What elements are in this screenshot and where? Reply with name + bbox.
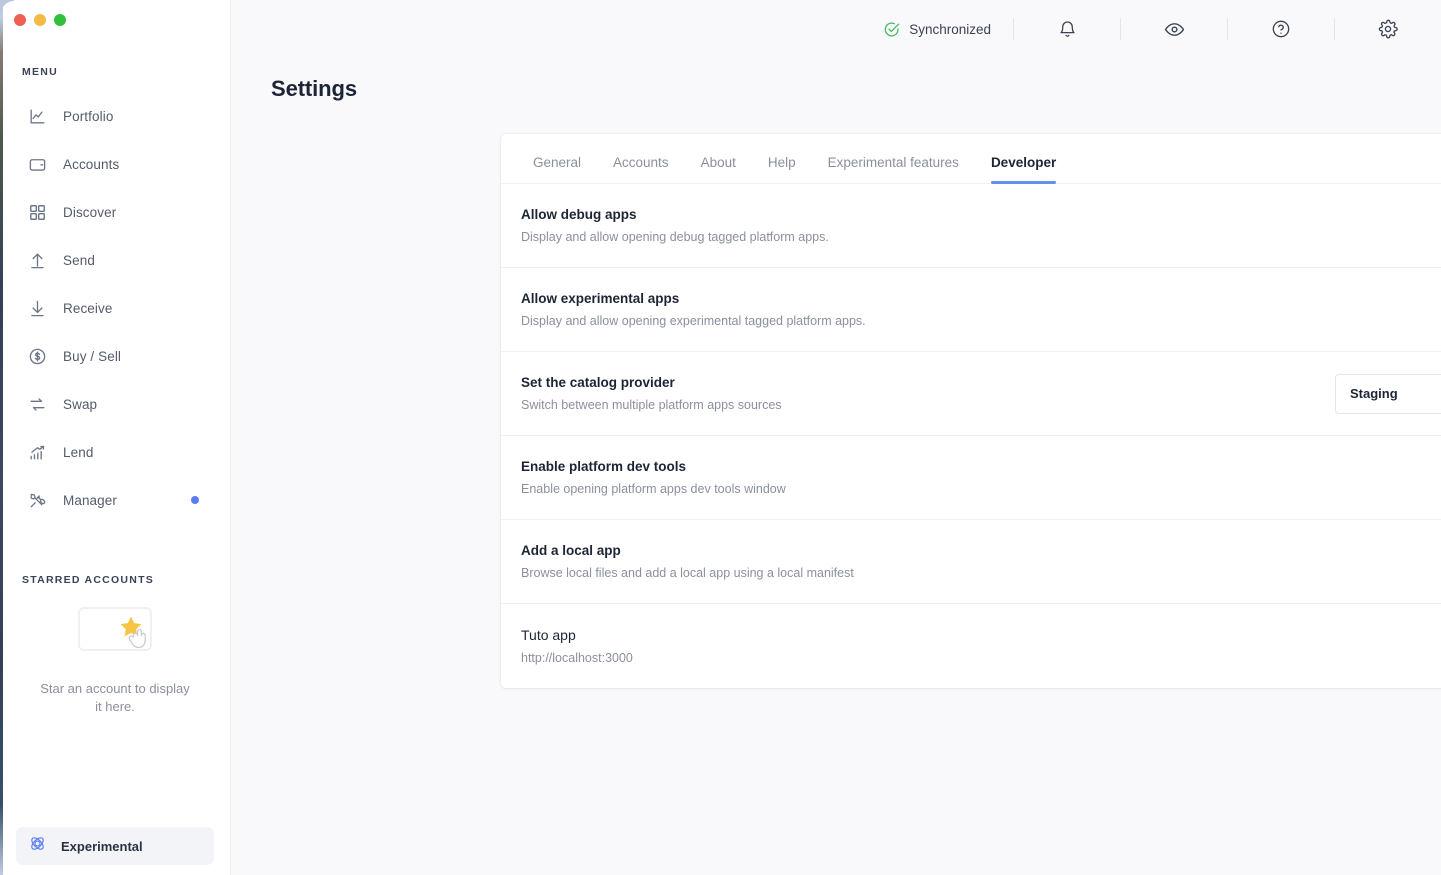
tab-general[interactable]: General [517, 155, 597, 183]
main-content: Synchronized Settings General Accounts A… [231, 0, 1441, 875]
sidebar-item-discover[interactable]: Discover [0, 188, 230, 236]
gear-icon[interactable] [1377, 18, 1399, 40]
close-button[interactable] [14, 14, 26, 26]
setting-description: Switch between multiple platform apps so… [521, 398, 782, 412]
sidebar-section-starred-label: STARRED ACCOUNTS [22, 574, 154, 586]
star-account-illustration-icon [54, 600, 176, 666]
local-app-url: http://localhost:3000 [521, 651, 633, 665]
setting-title: Allow debug apps [521, 207, 637, 222]
setting-title: Allow experimental apps [521, 291, 680, 306]
wallet-icon [28, 155, 47, 174]
sidebar: MENU Portfolio Accounts Discover Send Re… [0, 0, 231, 875]
setting-row-tuto-app: Tuto app http://localhost:3000 Delete [501, 604, 1441, 688]
dollar-circle-icon [28, 347, 47, 366]
arrow-up-icon [28, 251, 47, 270]
page-title: Settings [271, 76, 357, 101]
starred-accounts-empty-state: Star an account to display it here. [0, 586, 230, 716]
sidebar-item-accounts[interactable]: Accounts [0, 140, 230, 188]
sidebar-item-manager[interactable]: Manager [0, 476, 230, 524]
topbar-divider [1013, 18, 1014, 40]
grid-icon [28, 203, 47, 222]
tab-accounts[interactable]: Accounts [597, 155, 685, 183]
bar-chart-up-icon [28, 443, 47, 462]
setting-row-text: Allow debug apps Display and allow openi… [521, 207, 829, 244]
manager-notification-dot [191, 496, 199, 504]
local-app-name: Tuto app [521, 627, 576, 643]
setting-title: Enable platform dev tools [521, 459, 687, 474]
sidebar-item-label: Swap [63, 396, 98, 412]
setting-row-text: Tuto app http://localhost:3000 [521, 627, 633, 665]
minimize-button[interactable] [34, 14, 46, 26]
help-circle-icon[interactable] [1270, 18, 1292, 40]
setting-row-allow-debug-apps: Allow debug apps Display and allow openi… [501, 184, 1441, 268]
tab-experimental-features[interactable]: Experimental features [812, 155, 975, 183]
check-circle-icon [883, 21, 900, 38]
setting-description: Display and allow opening debug tagged p… [521, 230, 829, 244]
setting-row-add-local-app: Add a local app Browse local files and a… [501, 520, 1441, 604]
setting-title: Set the catalog provider [521, 375, 675, 390]
tools-icon [28, 491, 47, 510]
arrow-down-icon [28, 299, 47, 318]
sidebar-item-buy-sell[interactable]: Buy / Sell [0, 332, 230, 380]
sidebar-item-portfolio[interactable]: Portfolio [0, 92, 230, 140]
topbar-divider [1120, 18, 1121, 40]
tab-developer[interactable]: Developer [975, 155, 1072, 184]
sidebar-item-receive[interactable]: Receive [0, 284, 230, 332]
sync-status-label: Synchronized [909, 21, 991, 37]
sidebar-item-label: Buy / Sell [63, 348, 122, 364]
sidebar-item-label: Receive [63, 300, 113, 316]
sidebar-item-swap[interactable]: Swap [0, 380, 230, 428]
setting-description: Browse local files and add a local app u… [521, 566, 854, 580]
setting-description: Enable opening platform apps dev tools w… [521, 482, 786, 496]
top-bar: Synchronized [231, 0, 1441, 58]
settings-tabs: General Accounts About Help Experimental… [501, 134, 1441, 184]
setting-row-text: Allow experimental apps Display and allo… [521, 291, 866, 328]
setting-row-text: Set the catalog provider Switch between … [521, 375, 782, 412]
sidebar-item-label: Manager [63, 492, 117, 508]
sync-status[interactable]: Synchronized [883, 21, 991, 38]
atom-icon [28, 834, 47, 858]
sidebar-item-lend[interactable]: Lend [0, 428, 230, 476]
eye-icon[interactable] [1163, 18, 1185, 40]
sidebar-item-label: Accounts [63, 156, 120, 172]
setting-description: Display and allow opening experimental t… [521, 314, 866, 328]
setting-title: Add a local app [521, 543, 621, 558]
tab-help[interactable]: Help [752, 155, 812, 183]
catalog-provider-select[interactable]: Staging [1335, 373, 1441, 414]
zoom-button[interactable] [54, 14, 66, 26]
app-window: MENU Portfolio Accounts Discover Send Re… [0, 0, 1441, 875]
setting-row-platform-dev-tools: Enable platform dev tools Enable opening… [501, 436, 1441, 520]
topbar-divider [1334, 18, 1335, 40]
starred-empty-caption: Star an account to display it here. [40, 681, 190, 714]
catalog-provider-value: Staging [1350, 386, 1398, 401]
sidebar-item-label: Lend [63, 444, 94, 460]
settings-card: General Accounts About Help Experimental… [501, 134, 1441, 688]
sidebar-nav: Portfolio Accounts Discover Send Receive… [0, 78, 230, 524]
bell-icon[interactable] [1056, 18, 1078, 40]
sidebar-item-experimental[interactable]: Experimental [16, 827, 214, 865]
setting-row-text: Enable platform dev tools Enable opening… [521, 459, 786, 496]
setting-row-text: Add a local app Browse local files and a… [521, 543, 854, 580]
setting-row-catalog-provider: Set the catalog provider Switch between … [501, 352, 1441, 436]
topbar-divider [1227, 18, 1228, 40]
sidebar-item-label: Send [63, 252, 95, 268]
sidebar-item-label: Discover [63, 204, 117, 220]
sidebar-item-label: Portfolio [63, 108, 114, 124]
sidebar-section-menu-label: MENU [22, 66, 58, 78]
setting-row-allow-experimental-apps: Allow experimental apps Display and allo… [501, 268, 1441, 352]
sidebar-item-send[interactable]: Send [0, 236, 230, 284]
tab-about[interactable]: About [685, 155, 752, 183]
sidebar-item-label: Experimental [61, 838, 143, 854]
swap-arrows-icon [28, 395, 47, 414]
chart-line-icon [28, 107, 47, 126]
traffic-lights [0, 0, 230, 34]
